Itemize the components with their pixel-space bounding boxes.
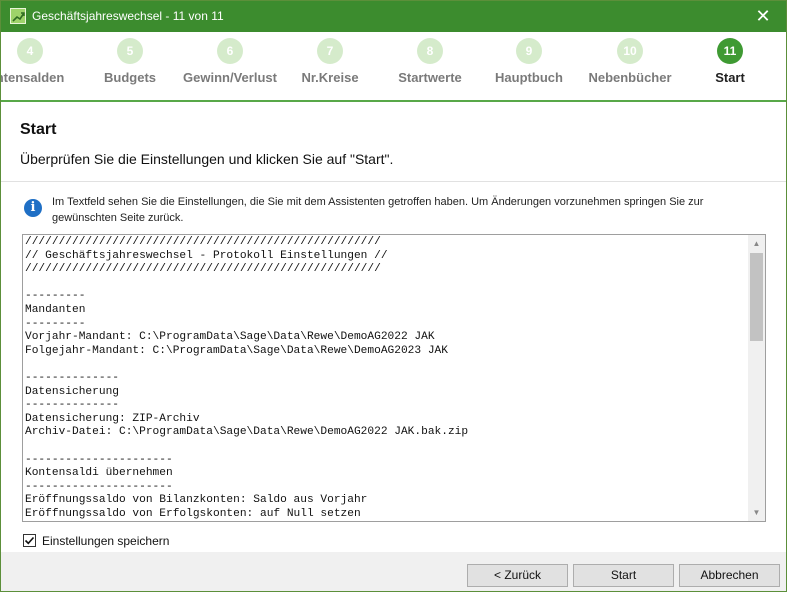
log-line: ----------------------	[25, 453, 173, 466]
log-line: --------------	[25, 399, 119, 412]
step-number: 6	[217, 38, 243, 64]
settings-textbox[interactable]: ////////////////////////////////////////…	[22, 234, 766, 522]
log-line: Mandanten	[25, 303, 86, 316]
wizard-steps: 4 ntensalden 5 Budgets 6 Gewinn/Verlust …	[1, 32, 786, 102]
log-line: --------------	[25, 371, 119, 384]
step-number: 5	[117, 38, 143, 64]
log-line: ---------	[25, 290, 86, 303]
vertical-scrollbar[interactable]: ▲ ▼	[748, 235, 765, 521]
log-line: ---------	[25, 317, 86, 330]
page-title: Start	[20, 121, 57, 138]
divider	[1, 181, 786, 182]
log-line: ////////////////////////////////////////…	[25, 263, 381, 276]
back-button[interactable]: < Zurück	[467, 564, 568, 587]
step-number: 7	[317, 38, 343, 64]
step-number: 4	[17, 38, 43, 64]
step-number: 8	[417, 38, 443, 64]
settings-log[interactable]: ////////////////////////////////////////…	[25, 236, 745, 520]
info-text: Im Textfeld sehen Sie die Einstellungen,…	[52, 196, 704, 224]
wizard-window: Geschäftsjahreswechsel - 11 von 11 ✕ 4 n…	[0, 0, 787, 592]
start-button[interactable]: Start	[573, 564, 674, 587]
scroll-down-icon[interactable]: ▼	[748, 504, 765, 521]
log-line: Datensicherung	[25, 385, 119, 398]
log-line: ----------------------	[25, 480, 173, 493]
step-start[interactable]: 11 Start	[670, 32, 786, 100]
app-chart-icon	[10, 8, 26, 24]
button-bar: < Zurück Start Abbrechen	[1, 552, 786, 591]
step-label: Start	[715, 70, 745, 85]
log-line: Vorjahr-Mandant: C:\ProgramData\Sage\Dat…	[25, 331, 435, 344]
log-line: ////////////////////////////////////////…	[25, 236, 381, 248]
log-line: Eröffnungssaldo von Erfolgskonten: auf N…	[25, 507, 361, 520]
log-line: Folgejahr-Mandant: C:\ProgramData\Sage\D…	[25, 344, 448, 357]
log-line: Datensicherung: ZIP-Archiv	[25, 412, 200, 425]
step-number: 11	[717, 38, 743, 64]
title-bar: Geschäftsjahreswechsel - 11 von 11 ✕	[1, 1, 786, 32]
log-line: // Geschäftsjahreswechsel - Protokoll Ei…	[25, 249, 388, 262]
page-content: Start Überprüfen Sie die Einstellungen u…	[1, 102, 786, 552]
page-subtitle: Überprüfen Sie die Einstellungen und kli…	[20, 151, 394, 167]
window-title: Geschäftsjahreswechsel - 11 von 11	[32, 9, 224, 23]
scroll-up-icon[interactable]: ▲	[748, 235, 765, 252]
close-icon[interactable]: ✕	[740, 1, 786, 32]
info-icon: i	[24, 199, 42, 217]
log-line: Archiv-Datei: C:\ProgramData\Sage\Data\R…	[25, 426, 469, 439]
step-number: 9	[516, 38, 542, 64]
log-line: Kontensaldi übernehmen	[25, 467, 173, 480]
save-settings-checkbox[interactable]	[23, 534, 36, 547]
cancel-button[interactable]: Abbrechen	[679, 564, 780, 587]
save-settings-label[interactable]: Einstellungen speichern	[42, 534, 169, 548]
scroll-thumb[interactable]	[750, 253, 763, 341]
step-number: 10	[617, 38, 643, 64]
log-line: Eröffnungssaldo von Bilanzkonten: Saldo …	[25, 494, 368, 507]
